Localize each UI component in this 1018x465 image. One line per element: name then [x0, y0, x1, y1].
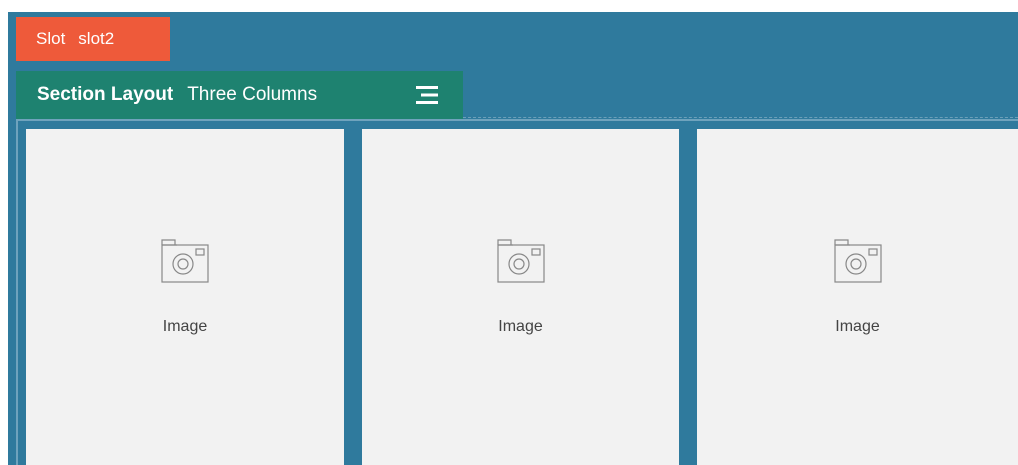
- section-layout-value: Three Columns: [187, 84, 318, 105]
- image-placeholder-label: Image: [498, 318, 543, 335]
- image-column-3[interactable]: Image: [697, 129, 1018, 465]
- section-dashed-border: [463, 117, 1018, 118]
- hamburger-menu-icon[interactable]: [416, 85, 438, 105]
- editor-canvas: Slot slot2 Section Layout Three Columns Im…: [0, 0, 1018, 465]
- image-column-2[interactable]: Image: [362, 129, 679, 465]
- image-placeholder-label: Image: [835, 318, 880, 335]
- slot-name: slot2: [78, 29, 115, 48]
- camera-icon: [496, 239, 545, 283]
- slot-label: Slot: [36, 29, 66, 48]
- section-layout-label: Section Layout: [37, 84, 174, 105]
- image-placeholder-label: Image: [162, 318, 208, 335]
- image-column-1[interactable]: Image: [26, 129, 344, 465]
- slot-tab[interactable]: Slot slot2: [16, 17, 170, 61]
- camera-icon: [833, 239, 882, 283]
- camera-icon: [161, 239, 209, 283]
- section-layout-bar[interactable]: Section Layout Three Columns: [16, 71, 463, 119]
